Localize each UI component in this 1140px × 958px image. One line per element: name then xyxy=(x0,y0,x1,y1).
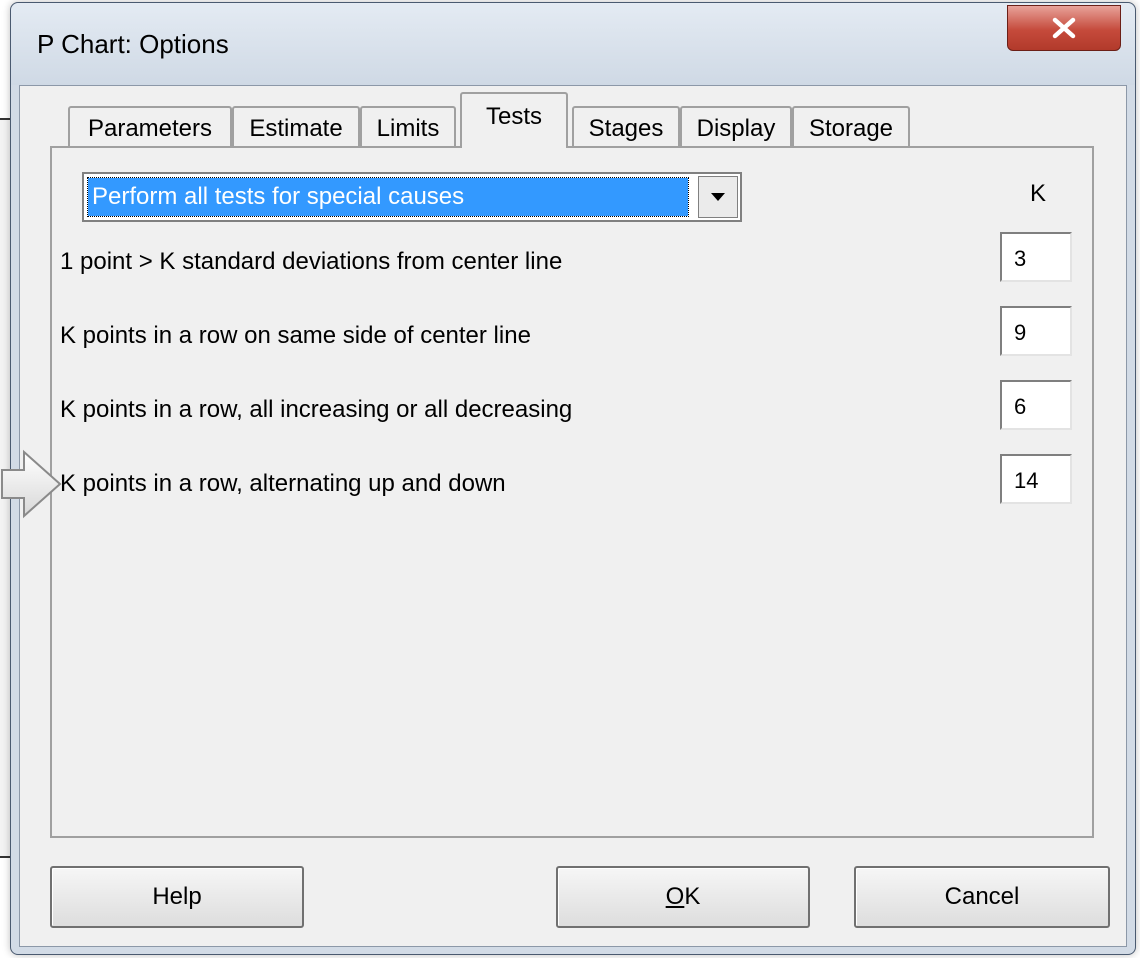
dropdown-arrow-button[interactable] xyxy=(698,176,738,218)
help-button-label: Help xyxy=(152,883,202,910)
test-1-k-input[interactable] xyxy=(1000,232,1072,282)
ok-button-label: K xyxy=(684,883,701,910)
cancel-button-label: Cancel xyxy=(944,883,1020,910)
cancel-button[interactable]: Cancel xyxy=(854,866,1110,928)
options-dialog: P Chart: Options Parameters Estimate Lim… xyxy=(10,2,1136,955)
test-1-label: 1 point > K standard deviations from cen… xyxy=(60,248,563,275)
test-3-k-input[interactable] xyxy=(1000,380,1072,430)
callout-arrow-icon xyxy=(1,449,62,519)
test-2-label: K points in a row on same side of center… xyxy=(60,322,531,349)
test-2-k-input[interactable] xyxy=(1000,306,1072,356)
tab-storage[interactable]: Storage xyxy=(792,106,910,148)
tests-dropdown-value: Perform all tests for special causes xyxy=(87,177,689,217)
tests-dropdown[interactable]: Perform all tests for special causes xyxy=(82,172,742,222)
ok-button[interactable]: OK xyxy=(556,866,810,928)
tab-parameters[interactable]: Parameters xyxy=(68,106,232,148)
ok-mnemonic: O xyxy=(665,883,685,910)
tab-estimate[interactable]: Estimate xyxy=(232,106,360,148)
k-column-header: K xyxy=(1030,180,1047,207)
tests-tab-panel: Perform all tests for special causes K 1… xyxy=(50,146,1094,838)
tab-tests[interactable]: Tests xyxy=(460,92,568,148)
test-4-k-input[interactable] xyxy=(1000,454,1072,504)
tab-limits[interactable]: Limits xyxy=(360,106,456,148)
help-button[interactable]: Help xyxy=(50,866,304,928)
chevron-down-icon xyxy=(711,193,725,201)
title-bar: P Chart: Options xyxy=(11,3,1135,85)
close-button[interactable] xyxy=(1007,5,1121,51)
close-icon xyxy=(1052,17,1076,39)
test-3-label: K points in a row, all increasing or all… xyxy=(60,396,573,423)
test-4-label: K points in a row, alternating up and do… xyxy=(60,470,506,497)
dialog-client-area: Parameters Estimate Limits Tests Stages … xyxy=(19,85,1127,947)
tab-display[interactable]: Display xyxy=(680,106,792,148)
tab-stages[interactable]: Stages xyxy=(572,106,680,148)
window-title: P Chart: Options xyxy=(37,29,229,59)
